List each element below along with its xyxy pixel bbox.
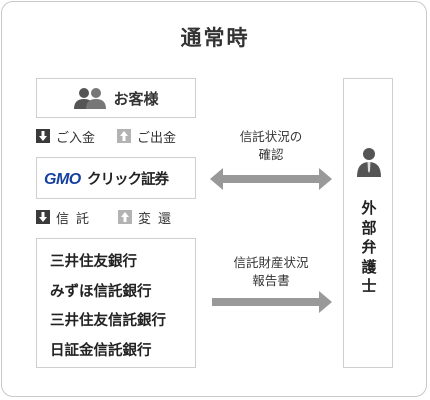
right-arrow (212, 291, 332, 313)
flow-trust: 信託 (36, 208, 96, 227)
bank-item: 日証金信託銀行 (50, 342, 152, 359)
company-logo: GMO クリック証券 (44, 166, 189, 190)
return-label: 変還 (138, 211, 179, 227)
confirm-caption-line1: 信託状況の (239, 129, 303, 144)
external-label-char: 外 (361, 199, 377, 217)
flow-return: 変還 (118, 208, 178, 227)
banks-box: 三井住友銀行 みずほ信託銀行 三井住友信託銀行 日証金信託銀行 (36, 238, 196, 368)
external-label-char: 部 (361, 218, 377, 237)
flow-top-row: ご入金 ご出金 (36, 126, 176, 146)
external-lawyer-label: 外 部 弁 護 士 (344, 199, 394, 297)
flow-bottom-row: 信託 変還 (36, 207, 178, 227)
external-lawyer-box: 外 部 弁 護 士 (343, 78, 393, 368)
diagram-title: 通常時 (180, 26, 250, 50)
external-label-char: 護 (361, 257, 377, 276)
trust-label: 信託 (56, 211, 97, 227)
arrow-up-icon (117, 129, 132, 143)
report-caption-line2: 報告書 (252, 273, 290, 288)
company-box: GMO クリック証券 (36, 157, 196, 199)
person-icon (357, 147, 381, 177)
arrow-down-icon (36, 129, 50, 143)
svg-text:クリック証券: クリック証券 (87, 170, 169, 188)
arrow-down-icon (36, 210, 50, 224)
deposit-label: ご入金 (56, 130, 96, 146)
external-label-char: 士 (361, 277, 377, 295)
people-icon (73, 87, 107, 109)
arrow-up-icon (118, 210, 133, 224)
bank-item: 三井住友銀行 (50, 254, 137, 270)
flow-deposit: ご入金 (36, 127, 95, 146)
flow-withdrawal: ご出金 (117, 127, 176, 146)
report-caption-line1: 信託財産状況 (233, 255, 309, 270)
withdrawal-label: ご出金 (137, 130, 177, 146)
confirm-caption-line2: 確認 (258, 147, 284, 162)
double-arrow (210, 168, 332, 190)
report-caption: 信託財産状況 報告書 (206, 254, 336, 290)
confirm-caption: 信託状況の 確認 (206, 128, 336, 164)
bank-item: みずほ信託銀行 (50, 283, 152, 300)
svg-text:GMO: GMO (44, 171, 82, 188)
bank-item: 三井住友信託銀行 (50, 313, 166, 329)
customer-box: お客様 (36, 78, 196, 118)
customer-label: お客様 (113, 89, 159, 108)
external-label-char: 弁 (361, 238, 377, 256)
